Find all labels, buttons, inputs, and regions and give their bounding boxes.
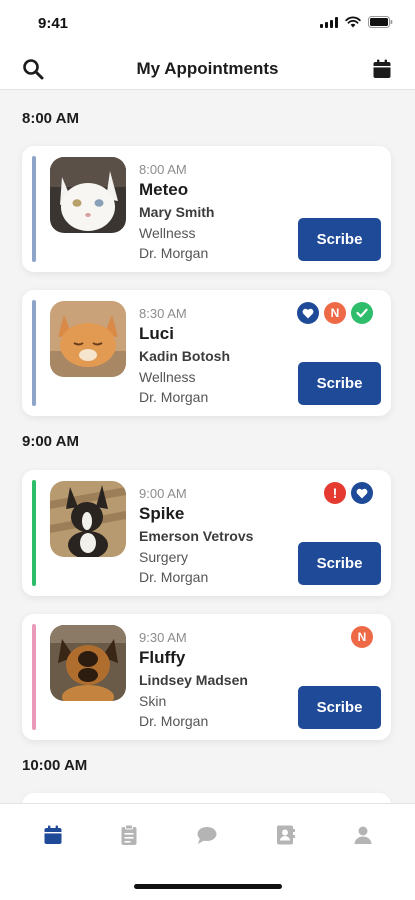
clipboard-icon[interactable]	[118, 824, 140, 846]
calendar-icon[interactable]	[42, 824, 64, 846]
pet-photo	[50, 481, 126, 557]
pet-photo	[50, 301, 126, 377]
visit-type: Skin	[139, 693, 167, 709]
scribe-button[interactable]: Scribe	[298, 686, 381, 729]
calendar-icon[interactable]	[371, 58, 393, 80]
owner-name: Emerson Vetrovs	[139, 528, 254, 544]
appointment-list[interactable]: 8:00 AM 8:00 AM Meteo Mary Smith Wellnes…	[0, 91, 415, 803]
owner-name: Mary Smith	[139, 204, 215, 220]
pet-name: Spike	[139, 504, 185, 523]
pet-name: Luci	[139, 324, 174, 343]
new-client-badge: N	[351, 626, 373, 648]
app-header: My Appointments	[0, 46, 415, 90]
page-title: My Appointments	[136, 59, 279, 78]
status-time: 9:41	[38, 15, 69, 32]
contacts-icon[interactable]	[274, 824, 296, 846]
alert-badges: !	[324, 482, 373, 504]
home-indicator	[134, 884, 282, 889]
appointment-card[interactable]: N 9:30 AM Fluffy Lindsey Madsen Skin Dr.…	[22, 614, 391, 740]
status-bar: 9:41	[0, 0, 415, 46]
visit-type: Wellness	[139, 369, 196, 385]
heart-icon	[302, 308, 314, 318]
status-accent-bar	[32, 480, 36, 586]
status-accent-bar	[32, 624, 36, 730]
chat-icon[interactable]	[196, 824, 218, 846]
alert-badges: N	[351, 626, 373, 648]
appointment-time: 9:00 AM	[139, 486, 187, 501]
appointment-time: 8:00 AM	[139, 162, 187, 177]
scribe-button[interactable]: Scribe	[298, 362, 381, 405]
pet-name: Meteo	[139, 180, 189, 199]
doctor-name: Dr. Morgan	[139, 569, 209, 585]
status-accent-bar	[32, 300, 36, 406]
appointment-card[interactable]: N 8:30 AM Luci Kadin Botosh Wellness Dr.…	[22, 290, 391, 416]
owner-name: Kadin Botosh	[139, 348, 230, 364]
status-icons	[320, 16, 393, 28]
heart-badge	[297, 302, 319, 324]
pet-photo	[50, 625, 126, 701]
appointment-card[interactable]: ! 9:00 AM Spike Emerson Vetrovs Surgery …	[22, 470, 391, 596]
owner-name: Lindsey Madsen	[139, 672, 248, 688]
heart-badge	[351, 482, 373, 504]
scribe-button[interactable]: Scribe	[298, 218, 381, 261]
doctor-name: Dr. Morgan	[139, 389, 209, 405]
heart-icon	[356, 488, 368, 498]
scribe-button[interactable]: Scribe	[298, 542, 381, 585]
status-accent-bar	[32, 156, 36, 262]
time-group-heading: 8:00 AM	[22, 110, 79, 127]
check-badge	[351, 302, 373, 324]
appointment-time: 9:30 AM	[139, 630, 187, 645]
time-group-heading: 9:00 AM	[22, 433, 79, 450]
time-group-heading: 10:00 AM	[22, 757, 88, 774]
alert-badges: N	[297, 302, 373, 324]
new-client-badge: N	[324, 302, 346, 324]
appointment-card[interactable]: 8:00 AM Meteo Mary Smith Wellness Dr. Mo…	[22, 146, 391, 272]
check-icon	[356, 308, 368, 318]
appointment-time: 8:30 AM	[139, 306, 187, 321]
cellular-signal-icon	[320, 16, 338, 28]
wifi-icon	[345, 16, 361, 28]
visit-type: Surgery	[139, 549, 189, 565]
doctor-name: Dr. Morgan	[139, 245, 209, 261]
visit-type: Wellness	[139, 225, 196, 241]
appointment-card[interactable]	[22, 793, 391, 803]
pet-name: Fluffy	[139, 648, 186, 667]
profile-icon[interactable]	[352, 824, 374, 846]
pet-photo	[50, 157, 126, 233]
warning-badge: !	[324, 482, 346, 504]
doctor-name: Dr. Morgan	[139, 713, 209, 729]
battery-icon	[368, 16, 393, 28]
